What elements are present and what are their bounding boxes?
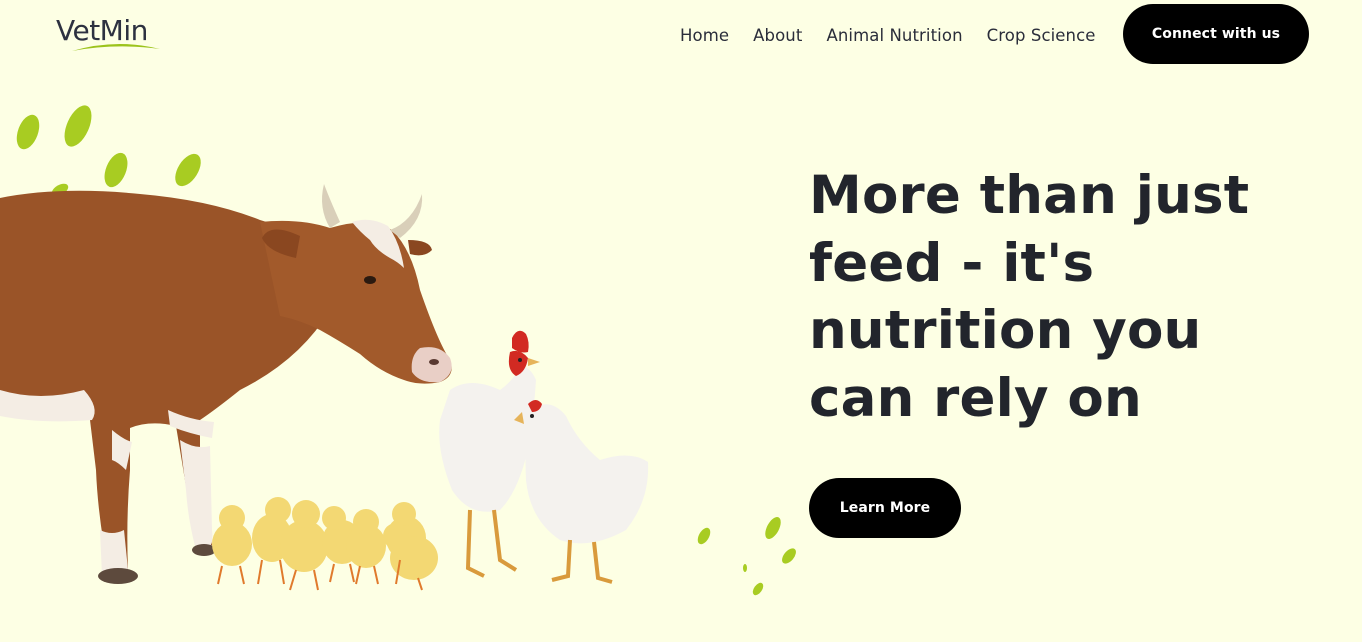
leaf-icon [697, 517, 796, 596]
nav-about[interactable]: About [753, 26, 802, 45]
logo-swoosh-icon [72, 43, 160, 51]
hen-icon [514, 400, 649, 584]
vetmin-logo[interactable]: VetMin [56, 12, 186, 54]
landing-page: VetMin Home About Animal Nutrition Crop … [0, 0, 1362, 642]
hero-heading: More than just feed - it's nutrition you… [809, 165, 1250, 429]
connect-with-us-button[interactable]: Connect with us [1123, 4, 1309, 64]
rooster-icon [439, 330, 540, 578]
nav-animal-nutrition[interactable]: Animal Nutrition [826, 26, 962, 45]
main-nav: Home About Animal Nutrition Crop Science [680, 22, 1096, 48]
nav-home[interactable]: Home [680, 26, 729, 45]
learn-more-button[interactable]: Learn More [809, 478, 961, 538]
nav-crop-science[interactable]: Crop Science [987, 26, 1096, 45]
chick-icon [212, 497, 438, 580]
leaf-icon [16, 105, 201, 197]
hero-illustration [0, 105, 796, 596]
